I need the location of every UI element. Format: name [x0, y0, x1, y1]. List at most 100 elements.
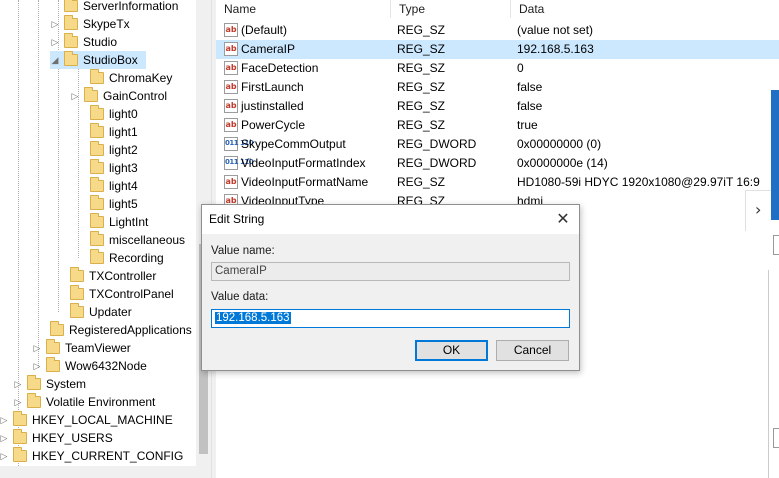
folder-icon — [13, 429, 27, 444]
tree-item-light2[interactable]: light2 — [90, 141, 138, 159]
tree-item-light0[interactable]: light0 — [90, 105, 138, 123]
folder-icon — [70, 303, 84, 318]
folder-icon — [64, 0, 78, 12]
table-row[interactable]: ab (Default) REG_SZ (value not set) — [216, 21, 779, 40]
chevron-right-icon[interactable]: ▷ — [50, 33, 60, 51]
folder-icon — [90, 213, 104, 228]
scroll-arrow[interactable] — [773, 235, 779, 255]
chevron-right-icon[interactable]: ▷ — [50, 15, 60, 33]
value-data: true — [517, 118, 538, 132]
value-name: (Default) — [241, 23, 288, 37]
value-data-text: 192.168.5.163 — [215, 312, 291, 324]
tree-item-hkey-users[interactable]: ▷ HKEY_USERS — [0, 429, 113, 447]
accent-strip — [771, 90, 779, 220]
value-data: (value not set) — [517, 23, 594, 37]
value-name: VideoInputFormatName — [241, 175, 369, 189]
tree-item-gaincontrol[interactable]: ▷ GainControl — [70, 87, 167, 105]
tree-item-txcontroller[interactable]: TXController — [70, 267, 156, 285]
tree-horizontal-scrollbar[interactable] — [0, 466, 211, 478]
value-data-input[interactable]: 192.168.5.163 — [211, 309, 570, 328]
value-name-field[interactable]: CameraIP — [211, 262, 570, 281]
chevron-right-icon[interactable]: ▷ — [0, 411, 9, 429]
table-row[interactable]: 011 110 VideoInputFormatIndex REG_DWORD 0x0… — [216, 154, 779, 173]
tree-item-light5[interactable]: light5 — [90, 195, 138, 213]
cancel-button[interactable]: Cancel — [496, 340, 569, 361]
string-value-icon: ab — [224, 118, 238, 132]
tree-item-hkey-local-machine[interactable]: ▷ HKEY_LOCAL_MACHINE — [0, 411, 173, 429]
value-name: SkypeCommOutput — [241, 137, 346, 151]
dialog-title-bar[interactable]: Edit String ✕ — [202, 205, 579, 234]
edit-string-dialog[interactable]: Edit String ✕ Value name: CameraIP Value… — [201, 204, 580, 371]
chevron-right-icon[interactable]: ▷ — [13, 393, 23, 411]
tree-item-light3[interactable]: light3 — [90, 159, 138, 177]
tree-item-serverinformation[interactable]: ServerInformation — [64, 0, 178, 15]
tree-item-registeredapplications[interactable]: RegisteredApplications — [50, 321, 192, 339]
scroll-arrow[interactable] — [773, 428, 779, 448]
folder-icon — [90, 105, 104, 120]
folder-icon — [90, 159, 104, 174]
tree-item-studio[interactable]: ▷ Studio — [50, 33, 117, 51]
tree-item-light1[interactable]: light1 — [90, 123, 138, 141]
column-header-type[interactable]: Type — [391, 0, 511, 18]
tree-item-studiobox[interactable]: ◢ StudioBox — [50, 51, 146, 69]
value-type: REG_SZ — [397, 80, 446, 94]
value-type: REG_SZ — [397, 118, 446, 132]
table-row[interactable]: ab VideoInputFormatName REG_SZ HD1080-59i H… — [216, 173, 779, 192]
registry-key-tree[interactable]: ServerInformation ▷ SkypeTx ▷ Studio ◢ Stud… — [0, 0, 196, 466]
dword-value-icon: 011 110 — [224, 137, 254, 151]
value-name: PowerCycle — [241, 118, 306, 132]
tree-item-miscellaneous[interactable]: miscellaneous — [90, 231, 185, 249]
column-header-name[interactable]: Name — [216, 0, 391, 18]
tree-item-recording[interactable]: Recording — [90, 249, 164, 267]
folder-icon — [46, 357, 60, 372]
chevron-right-icon[interactable]: ▷ — [70, 87, 80, 105]
tree-item-light4[interactable]: light4 — [90, 177, 138, 195]
chevron-right-icon[interactable]: ▷ — [32, 339, 42, 357]
tree-item-chromakey[interactable]: ChromaKey — [90, 69, 172, 87]
chevron-right-icon[interactable]: ▷ — [0, 429, 9, 447]
table-row[interactable]: 011 110 SkypeCommOutput REG_DWORD 0x0000000… — [216, 135, 779, 154]
folder-icon — [13, 447, 27, 462]
folder-icon — [13, 411, 27, 426]
value-name: VideoInputFormatIndex — [241, 156, 366, 170]
tree-item-volatile-environment[interactable]: ▷ Volatile Environment — [13, 393, 155, 411]
folder-icon — [90, 249, 104, 264]
tree-item-system[interactable]: ▷ System — [13, 375, 86, 393]
string-value-icon: ab — [224, 61, 238, 75]
chevron-right-icon[interactable]: › — [755, 200, 761, 219]
table-row[interactable]: ab PowerCycle REG_SZ true — [216, 116, 779, 135]
tree-item-lightint[interactable]: LightInt — [90, 213, 148, 231]
chevron-right-icon[interactable]: ▷ — [13, 375, 23, 393]
chevron-right-icon[interactable]: ▷ — [0, 447, 9, 465]
tree-item-updater[interactable]: Updater — [70, 303, 132, 321]
table-row[interactable]: ab justinstalled REG_SZ false — [216, 97, 779, 116]
table-row[interactable]: ab FirstLaunch REG_SZ false — [216, 78, 779, 97]
close-icon[interactable]: ✕ — [547, 205, 579, 234]
chevron-down-icon[interactable]: ◢ — [50, 51, 60, 69]
value-type: REG_DWORD — [397, 137, 477, 151]
table-row-selected[interactable]: ab CameraIP REG_SZ 192.168.5.163 — [216, 40, 779, 59]
table-row[interactable]: ab FaceDetection REG_SZ 0 — [216, 59, 779, 78]
folder-icon — [90, 69, 104, 84]
value-name: FaceDetection — [241, 61, 319, 75]
value-type: REG_SZ — [397, 23, 446, 37]
chevron-right-icon[interactable]: ▷ — [32, 357, 42, 375]
tree-item-txcontrolpanel[interactable]: TXControlPanel — [70, 285, 174, 303]
tree-item-hkey-current-config[interactable]: ▷ HKEY_CURRENT_CONFIG — [0, 447, 183, 465]
dword-value-icon: 011 110 — [224, 156, 254, 170]
tree-item-teamviewer[interactable]: ▷ TeamViewer — [32, 339, 131, 357]
folder-open-icon — [64, 51, 78, 66]
folder-icon — [50, 321, 64, 336]
column-header-data[interactable]: Data — [511, 0, 779, 18]
ok-button[interactable]: OK — [415, 340, 488, 361]
value-type: REG_SZ — [397, 99, 446, 113]
folder-icon — [70, 267, 84, 282]
value-type: REG_SZ — [397, 42, 446, 56]
value-type: REG_DWORD — [397, 156, 477, 170]
folder-icon — [84, 87, 98, 102]
dialog-title: Edit String — [209, 212, 265, 226]
tree-item-skypetx[interactable]: ▷ SkypeTx — [50, 15, 130, 33]
string-value-icon: ab — [224, 42, 238, 56]
value-type: REG_SZ — [397, 61, 446, 75]
tree-item-wow6432node[interactable]: ▷ Wow6432Node — [32, 357, 147, 375]
